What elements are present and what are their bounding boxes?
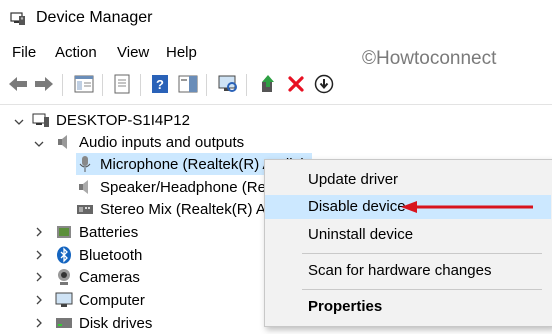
menu-help[interactable]: Help <box>166 44 197 61</box>
monitor-icon <box>55 292 73 307</box>
category-label: Computer <box>79 291 145 309</box>
menu-item-label: Update driver <box>308 171 399 188</box>
chevron-right-icon[interactable] <box>34 295 44 305</box>
chevron-right-icon[interactable] <box>34 250 44 260</box>
properties-sheet-icon <box>114 74 130 94</box>
tree-root-computer[interactable]: DESKTOP-S1I4P12 <box>32 109 190 131</box>
chevron-down-icon[interactable] <box>14 117 24 127</box>
window-title: Device Manager <box>36 9 153 26</box>
update-driver-icon <box>262 75 274 92</box>
menu-uninstall-device[interactable]: Uninstall device <box>265 223 551 247</box>
forward-button[interactable] <box>32 72 56 96</box>
menu-item-label: Scan for hardware changes <box>308 262 492 279</box>
category-label: Audio inputs and outputs <box>79 133 245 151</box>
update-driver-button[interactable] <box>256 72 280 96</box>
microphone-icon <box>79 156 91 172</box>
category-computer[interactable]: Computer <box>55 289 145 311</box>
device-manager-icon <box>10 12 25 25</box>
category-batteries[interactable]: Batteries <box>55 221 138 243</box>
bluetooth-icon <box>57 246 71 264</box>
speaker-icon <box>79 180 88 194</box>
chevron-right-icon[interactable] <box>34 318 44 328</box>
menu-item-label: Uninstall device <box>308 226 414 243</box>
show-hide-console-tree-button[interactable] <box>72 72 96 96</box>
computer-icon <box>32 113 49 127</box>
category-label: Batteries <box>79 223 139 241</box>
webcam-icon <box>58 269 70 285</box>
chevron-right-icon[interactable] <box>34 272 44 282</box>
toolbar-separator <box>246 74 247 96</box>
disk-drive-icon <box>56 318 72 328</box>
chevron-right-icon[interactable] <box>34 227 44 237</box>
menu-update-driver[interactable]: Update driver <box>265 168 551 192</box>
scan-hardware-button[interactable] <box>216 72 240 96</box>
category-cameras[interactable]: Cameras <box>55 266 140 288</box>
menu-item-label: Disable device <box>308 198 406 215</box>
menu-item-label: Properties <box>308 298 383 315</box>
help-button[interactable]: ? <box>148 72 172 96</box>
scan-monitor-icon <box>218 75 237 92</box>
menu-action[interactable]: Action <box>55 44 97 61</box>
speaker-icon <box>58 135 67 149</box>
down-arrow-circle-icon <box>314 74 334 94</box>
action-pane-icon <box>178 75 198 93</box>
toolbar-separator <box>62 74 63 96</box>
toolbar-separator <box>140 74 141 96</box>
watermark: ©Howtoconnect <box>362 48 497 69</box>
menu-file[interactable]: File <box>12 44 36 61</box>
red-arrow-annotation-icon <box>401 201 533 213</box>
help-icon: ? <box>152 75 168 93</box>
console-tree-icon <box>74 75 94 93</box>
category-label: Bluetooth <box>79 246 143 264</box>
category-bluetooth[interactable]: Bluetooth <box>55 244 142 266</box>
title-bar: Device Manager <box>0 0 552 38</box>
menu-properties[interactable]: Properties <box>265 295 551 319</box>
uninstall-device-button[interactable] <box>284 72 308 96</box>
category-audio-inputs-outputs[interactable]: Audio inputs and outputs <box>55 131 244 153</box>
menu-scan-hardware-changes[interactable]: Scan for hardware changes <box>265 259 551 283</box>
red-x-icon <box>288 76 304 92</box>
properties-toolbar-button[interactable] <box>110 72 134 96</box>
toolbar: ? <box>0 68 552 102</box>
menu-separator <box>302 253 542 254</box>
menu-disable-device[interactable]: Disable device <box>265 195 551 219</box>
tree-root-label: DESKTOP-S1I4P12 <box>56 111 190 129</box>
toolbar-separator <box>102 74 103 96</box>
toolbar-separator <box>206 74 207 96</box>
action-pane-button[interactable] <box>176 72 200 96</box>
forward-arrow-icon <box>35 77 53 91</box>
enable-device-button[interactable] <box>312 72 336 96</box>
menu-separator <box>302 289 542 290</box>
svg-text:?: ? <box>156 77 164 92</box>
menu-view[interactable]: View <box>117 44 149 61</box>
category-label: Cameras <box>79 268 140 286</box>
context-menu: Update driver Disable device Uninstall d… <box>264 159 552 327</box>
category-disk-drives[interactable]: Disk drives <box>55 312 152 334</box>
back-arrow-icon <box>9 77 27 91</box>
chevron-down-icon[interactable] <box>34 139 44 149</box>
back-button[interactable] <box>6 72 30 96</box>
battery-icon <box>57 226 71 238</box>
category-label: Disk drives <box>79 314 153 332</box>
sound-card-icon <box>77 205 93 214</box>
